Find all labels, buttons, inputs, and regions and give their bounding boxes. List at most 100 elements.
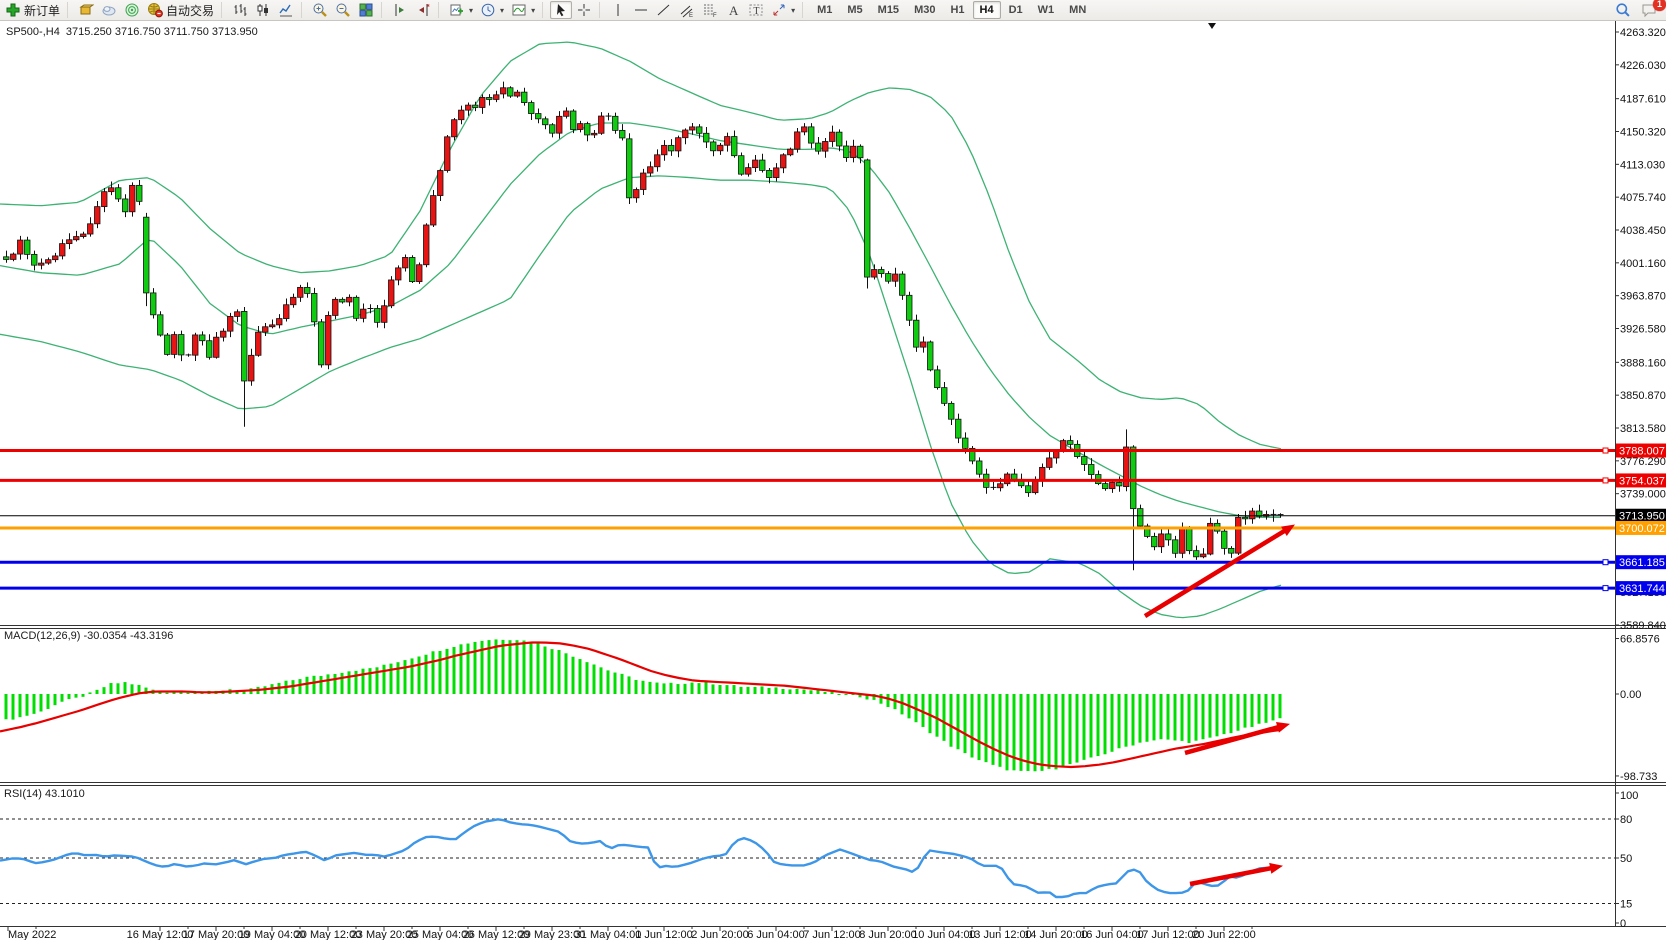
- hline-icon: [633, 2, 649, 18]
- svg-text:3776.290: 3776.290: [1620, 456, 1666, 468]
- candles-icon: [255, 2, 271, 18]
- market-watch-button[interactable]: [75, 1, 97, 19]
- navigator-button[interactable]: [121, 1, 143, 19]
- bars-icon: [232, 2, 248, 18]
- svg-text:3850.870: 3850.870: [1620, 390, 1666, 402]
- svg-text:3754.037: 3754.037: [1619, 475, 1665, 487]
- new-order-button-label: 新订单: [24, 2, 60, 19]
- timeframe-h1-button[interactable]: H1: [943, 1, 971, 19]
- cursor-button[interactable]: [550, 1, 572, 19]
- zoomin-icon: [312, 2, 328, 18]
- svg-text:F: F: [713, 13, 717, 18]
- chart-shift-button[interactable]: [389, 1, 411, 19]
- toolbar-separator: [67, 2, 71, 18]
- horizontal-line-button[interactable]: [630, 1, 652, 19]
- toolbar-separator: [599, 2, 603, 18]
- auto-trading-button[interactable]: 自动交易: [144, 1, 217, 19]
- arrows-dropdown[interactable]: ▾: [768, 1, 798, 19]
- tile-windows-button[interactable]: [355, 1, 377, 19]
- svg-text:4038.450: 4038.450: [1620, 225, 1666, 237]
- svg-text:2 Jun 20:00: 2 Jun 20:00: [691, 929, 749, 940]
- candlestick-chart-button[interactable]: [252, 1, 274, 19]
- trend-icon: [656, 2, 672, 18]
- svg-text:A: A: [729, 3, 739, 18]
- new-order-button[interactable]: 新订单: [2, 1, 63, 19]
- zoomout-icon: [335, 2, 351, 18]
- labelT-icon: T: [748, 2, 764, 18]
- timeframe-m15-button[interactable]: M15: [871, 1, 906, 19]
- svg-text:10 Jun 04:00: 10 Jun 04:00: [912, 929, 976, 940]
- svg-text:20 Jun 22:00: 20 Jun 22:00: [1192, 929, 1256, 940]
- svg-text:1 Jun 12:00: 1 Jun 12:00: [635, 929, 693, 940]
- svg-text:-98.733: -98.733: [1620, 771, 1657, 783]
- svg-text:May 2022: May 2022: [8, 929, 56, 940]
- svg-text:13 Jun 12:00: 13 Jun 12:00: [968, 929, 1032, 940]
- timeframe-w1-button[interactable]: W1: [1031, 1, 1062, 19]
- channel-button[interactable]: E: [676, 1, 698, 19]
- svg-text:T: T: [753, 6, 759, 17]
- search-icon: [1615, 2, 1631, 18]
- vertical-line-button[interactable]: [607, 1, 629, 19]
- new-chart-dropdown[interactable]: ▾: [446, 1, 476, 19]
- trendline-button[interactable]: [653, 1, 675, 19]
- notifications-button[interactable]: 1: [1638, 1, 1660, 19]
- chevron-down-icon: ▾: [791, 6, 795, 15]
- timeframe-d1-button[interactable]: D1: [1002, 1, 1030, 19]
- svg-text:8 Jun 20:00: 8 Jun 20:00: [859, 929, 917, 940]
- svg-text:16 Jun 04:00: 16 Jun 04:00: [1080, 929, 1144, 940]
- scroll-icon: [415, 2, 431, 18]
- svg-text:4150.320: 4150.320: [1620, 126, 1666, 138]
- indicator-icon: [511, 2, 527, 18]
- svg-text:17 Jun 12:00: 17 Jun 12:00: [1136, 929, 1200, 940]
- timeframe-m1-button[interactable]: M1: [810, 1, 839, 19]
- rsi-indicator-label: RSI(14) 43.1010: [4, 788, 85, 800]
- arrows-icon: [771, 2, 787, 18]
- svg-text:80: 80: [1620, 814, 1632, 826]
- svg-text:0: 0: [1620, 918, 1626, 930]
- svg-text:3589.840: 3589.840: [1620, 620, 1666, 632]
- svg-text:3700.072: 3700.072: [1619, 523, 1665, 535]
- text-button[interactable]: A: [722, 1, 744, 19]
- main-toolbar: 新订单自动交易▾▾▾EFAT▾M1M5M15M30H1H4D1W1MN1: [0, 0, 1666, 21]
- auto-scroll-button[interactable]: [412, 1, 434, 19]
- timeframe-h4-button[interactable]: H4: [973, 1, 1001, 19]
- search-button[interactable]: [1612, 1, 1634, 19]
- svg-text:3813.580: 3813.580: [1620, 423, 1666, 435]
- zoom-out-button[interactable]: [332, 1, 354, 19]
- toolbar-separator: [221, 2, 225, 18]
- label-button[interactable]: T: [745, 1, 767, 19]
- toolbar-separator: [802, 2, 806, 18]
- toolbar-separator: [542, 2, 546, 18]
- svg-text:3739.000: 3739.000: [1620, 489, 1666, 501]
- chart-area[interactable]: 4263.3204226.0304187.6104150.3204113.030…: [0, 21, 1666, 940]
- toolbar-separator: [438, 2, 442, 18]
- svg-text:4075.740: 4075.740: [1620, 192, 1666, 204]
- profiles-dropdown[interactable]: ▾: [477, 1, 507, 19]
- svg-text:4001.160: 4001.160: [1620, 258, 1666, 270]
- timeframe-mn-button[interactable]: MN: [1062, 1, 1093, 19]
- zoom-in-button[interactable]: [309, 1, 331, 19]
- trading-platform-window: 新订单自动交易▾▾▾EFAT▾M1M5M15M30H1H4D1W1MN1 426…: [0, 0, 1666, 940]
- fibonacci-button[interactable]: F: [699, 1, 721, 19]
- data-window-button[interactable]: [98, 1, 120, 19]
- textA-icon: A: [725, 2, 741, 18]
- chevron-down-icon: ▾: [469, 6, 473, 15]
- svg-text:4226.030: 4226.030: [1620, 60, 1666, 72]
- svg-text:100: 100: [1620, 790, 1638, 802]
- timeframe-m5-button[interactable]: M5: [840, 1, 869, 19]
- linechart-icon: [278, 2, 294, 18]
- timeframe-m30-button[interactable]: M30: [907, 1, 942, 19]
- crosshair-button[interactable]: [573, 1, 595, 19]
- bar-chart-button[interactable]: [229, 1, 251, 19]
- svg-text:3926.580: 3926.580: [1620, 324, 1666, 336]
- line-chart-button[interactable]: [275, 1, 297, 19]
- time-axis[interactable]: May 202216 May 12:0017 May 20:0019 May 0…: [8, 927, 1256, 940]
- svg-text:4187.610: 4187.610: [1620, 94, 1666, 106]
- indicators-dropdown[interactable]: ▾: [508, 1, 538, 19]
- toolbar-separator: [301, 2, 305, 18]
- clock-icon: [480, 2, 496, 18]
- crosshair-icon: [576, 2, 592, 18]
- macd-indicator-label: MACD(12,26,9) -30.0354 -43.3196: [4, 630, 173, 642]
- toolbar-separator: [381, 2, 385, 18]
- svg-text:50: 50: [1620, 853, 1632, 865]
